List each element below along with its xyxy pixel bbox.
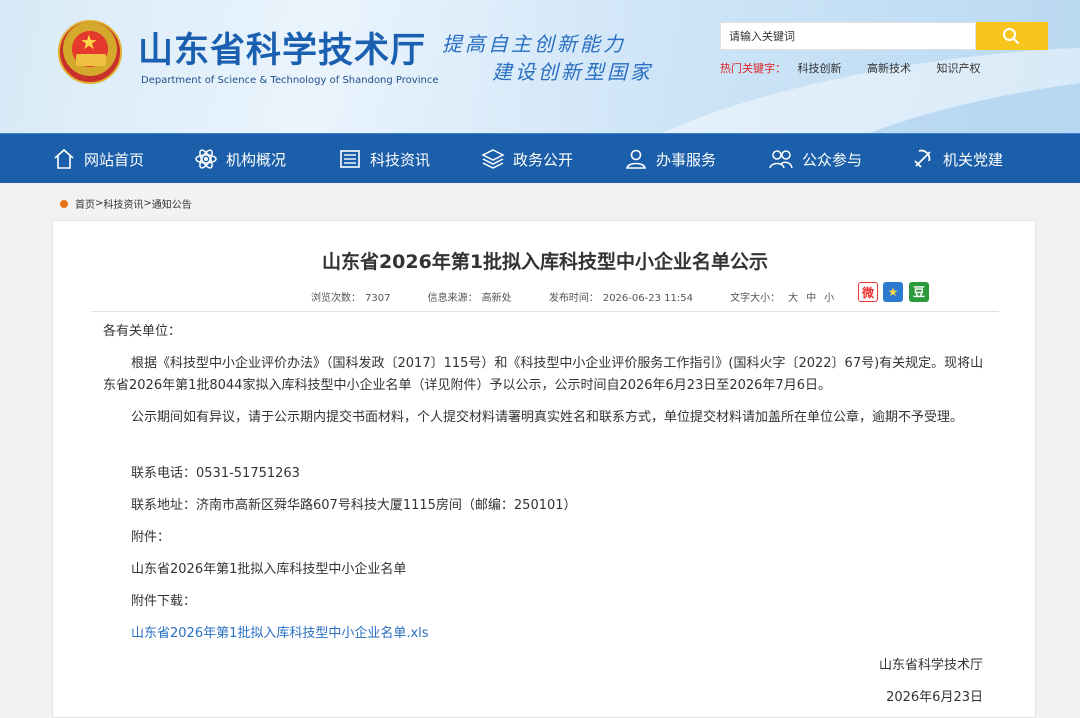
hot-keyword-3[interactable]: 知识产权 bbox=[937, 62, 981, 75]
site-title[interactable]: 山东省科学技术厅 bbox=[138, 22, 426, 73]
share-douban-icon[interactable]: 豆 bbox=[909, 282, 929, 302]
main-nav: 网站首页 机构概况 科技资讯 政务公开 办事服务 公众参与 机关党建 bbox=[0, 133, 1080, 183]
people-icon bbox=[769, 150, 793, 169]
nav-item-public-participation[interactable]: 公众参与 bbox=[768, 134, 862, 184]
contact-address: 联系地址：济南市高新区舜华路607号科技大厦1115房间（邮编：250101） bbox=[131, 498, 577, 513]
layers-icon bbox=[481, 149, 505, 169]
nav-label: 网站首页 bbox=[84, 150, 145, 169]
signature: 山东省科学技术厅 bbox=[878, 658, 983, 673]
breadcrumb: 首页 > 科技资讯 > 通知公告 bbox=[60, 196, 192, 211]
search-button[interactable] bbox=[976, 22, 1048, 50]
signature-date: 2026年6月23日 bbox=[886, 690, 983, 705]
search-icon bbox=[1003, 28, 1020, 45]
breadcrumb-dot-icon bbox=[60, 199, 68, 208]
breadcrumb-separator: > bbox=[95, 198, 104, 209]
nav-label: 公众参与 bbox=[802, 150, 863, 169]
font-size-small-button[interactable]: 小 bbox=[824, 293, 834, 304]
attachment-name: 山东省2026年第1批拟入库科技型中小企业名单 bbox=[131, 562, 407, 577]
views-count: 7307 bbox=[365, 293, 391, 304]
atom-icon bbox=[195, 149, 217, 169]
nav-item-news[interactable]: 科技资讯 bbox=[338, 134, 430, 184]
site-subtitle: Department of Science & Technology of Sh… bbox=[141, 75, 439, 86]
article-meta: 浏览次数： 7307 信息来源： 高新处 发布时间： 2026-06-23 11:54… bbox=[311, 289, 838, 304]
nav-item-party-building[interactable]: 机关党建 bbox=[911, 134, 1003, 184]
nav-item-home[interactable]: 网站首页 bbox=[52, 134, 144, 184]
font-size-medium-button[interactable]: 中 bbox=[806, 293, 816, 304]
download-label: 附件下载： bbox=[131, 594, 197, 609]
date-label: 发布时间： bbox=[548, 293, 599, 304]
newspaper-icon bbox=[340, 150, 360, 168]
hot-keyword-1[interactable]: 科技创新 bbox=[798, 62, 842, 75]
home-icon bbox=[54, 148, 74, 169]
slogan-line1: 提高自主创新能力 bbox=[442, 32, 626, 56]
font-size-large-button[interactable]: 大 bbox=[788, 293, 798, 304]
share-favorite-icon[interactable]: ★ bbox=[883, 282, 903, 302]
nav-label: 办事服务 bbox=[656, 150, 717, 169]
title-divider bbox=[91, 311, 999, 312]
breadcrumb-notice[interactable]: 通知公告 bbox=[152, 196, 192, 211]
hot-keywords: 热门关键字： 科技创新 高新技术 知识产权 bbox=[720, 60, 981, 76]
views-label: 浏览次数： bbox=[311, 293, 361, 304]
nav-label: 机构概况 bbox=[226, 150, 287, 169]
breadcrumb-home[interactable]: 首页 bbox=[75, 196, 95, 211]
hot-keyword-2[interactable]: 高新技术 bbox=[867, 62, 911, 75]
attachment-label: 附件： bbox=[131, 530, 171, 545]
breadcrumb-separator: > bbox=[143, 198, 152, 209]
attachment-download-link[interactable]: 山东省2026年第1批拟入库科技型中小企业名单.xls bbox=[131, 623, 429, 645]
contact-phone: 联系电话：0531-51751263 bbox=[131, 466, 300, 481]
nav-item-government-affairs[interactable]: 政务公开 bbox=[481, 134, 573, 184]
search-input[interactable] bbox=[720, 22, 976, 50]
hot-keywords-label: 热门关键字： bbox=[720, 62, 786, 75]
share-weibo-icon[interactable]: 微 bbox=[858, 282, 878, 302]
article-paragraph-2: 公示期间如有异议，请于公示期内提交书面材料，个人提交材料请署明真实姓名和联系方式… bbox=[131, 410, 964, 425]
article-title: 山东省2026年第1批拟入库科技型中小企业名单公示 bbox=[321, 251, 769, 273]
nav-item-organization[interactable]: 机构概况 bbox=[194, 134, 286, 184]
national-emblem-icon: ★ bbox=[58, 20, 122, 84]
source-value: 高新处 bbox=[481, 293, 512, 304]
site-header: ★ 山东省科学技术厅 Department of Science & Techn… bbox=[0, 0, 1080, 133]
article-paragraph-1: 根据《科技型中小企业评价办法》（国科发政〔2017〕115号）和《科技型中小企业… bbox=[103, 356, 984, 393]
article-greeting: 各有关单位： bbox=[103, 324, 182, 339]
party-icon bbox=[914, 149, 931, 168]
font-size-label: 文字大小： bbox=[730, 293, 781, 304]
person-icon bbox=[626, 149, 646, 169]
slogan-line2: 建设创新型国家 bbox=[492, 60, 653, 84]
source-label: 信息来源： bbox=[427, 293, 478, 304]
nav-item-services[interactable]: 办事服务 bbox=[624, 134, 716, 184]
article-panel: 山东省2026年第1批拟入库科技型中小企业名单公示 浏览次数： 7307 信息来源… bbox=[52, 220, 1036, 718]
publish-date: 2026-06-23 11:54 bbox=[602, 293, 693, 304]
nav-label: 政务公开 bbox=[513, 150, 574, 169]
nav-label: 科技资讯 bbox=[370, 150, 431, 169]
nav-label: 机关党建 bbox=[943, 150, 1004, 169]
breadcrumb-news[interactable]: 科技资讯 bbox=[103, 196, 143, 211]
